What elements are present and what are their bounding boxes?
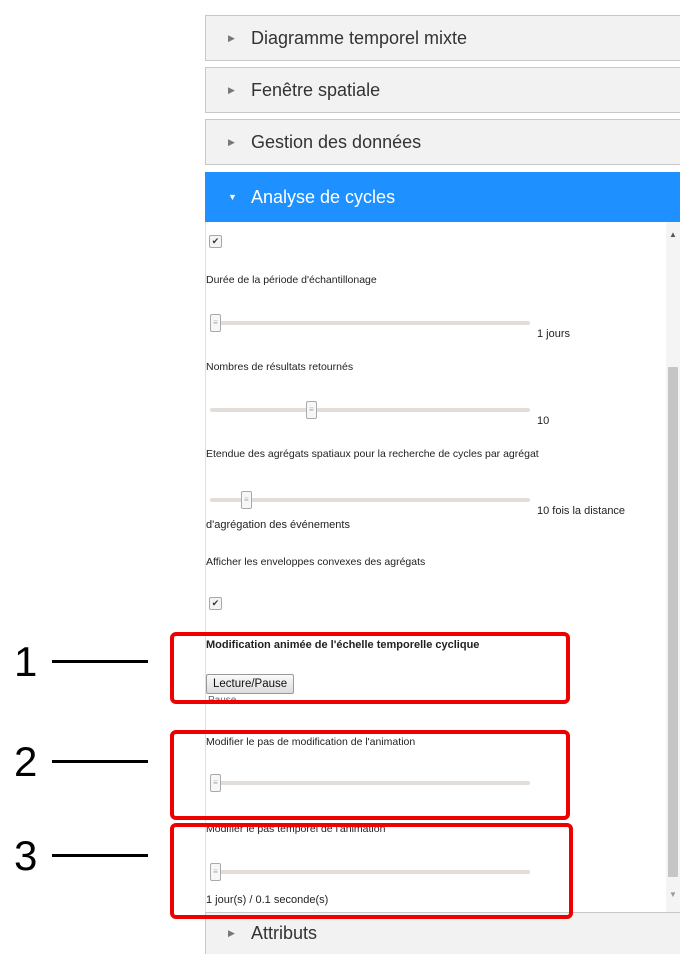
extent-slider-handle[interactable]: ≡: [240, 491, 252, 509]
extent-slider-track[interactable]: [210, 498, 530, 502]
annotation-box-2: [170, 730, 570, 820]
triangle-right-icon: ▶: [228, 136, 235, 147]
results-slider-track[interactable]: [210, 408, 530, 412]
scroll-thumb[interactable]: [668, 367, 678, 877]
results-label: Nombres de résultats retournés: [206, 361, 354, 373]
top-checkbox[interactable]: ✔: [209, 235, 222, 248]
sampling-label: Durée de la période d'échantillonage: [206, 274, 377, 286]
triangle-right-icon: ▶: [228, 928, 235, 938]
extent-value-continued: d'agrégation des événements: [206, 519, 350, 531]
scroll-up-icon[interactable]: ▲: [666, 230, 680, 240]
annotation-line-2: [52, 760, 148, 763]
triangle-down-icon: ▼: [228, 192, 237, 202]
accordion-header-diagramme[interactable]: ▶ Diagramme temporel mixte: [205, 15, 680, 61]
annotation-line-3: [52, 854, 148, 857]
panel-scrollbar[interactable]: ▲ ▼: [666, 222, 680, 912]
accordion-header-fenetre[interactable]: ▶ Fenêtre spatiale: [205, 67, 680, 113]
accordion-label: Fenêtre spatiale: [251, 79, 381, 100]
accordion-label: Analyse de cycles: [251, 186, 396, 207]
accordion-label: Gestion des données: [251, 131, 422, 152]
triangle-right-icon: ▶: [228, 84, 235, 95]
sampling-value: 1 jours: [537, 328, 571, 340]
annotation-box-3: [170, 823, 573, 919]
annotation-number-1: 1: [14, 638, 38, 685]
accordion-label: Attributs: [251, 923, 318, 943]
scroll-down-icon[interactable]: ▼: [666, 890, 680, 900]
triangle-right-icon: ▶: [228, 32, 235, 43]
annotation-number-3: 3: [14, 832, 38, 879]
extent-value: 10 fois la distance: [537, 505, 626, 517]
results-value: 10: [537, 415, 550, 427]
results-slider-handle[interactable]: ≡: [305, 401, 317, 419]
sampling-slider-handle[interactable]: ≡: [210, 314, 221, 332]
accordion-header-gestion[interactable]: ▶ Gestion des données: [205, 119, 680, 165]
annotation-number-2: 2: [14, 738, 38, 785]
accordion-header-analyse[interactable]: ▼ Analyse de cycles: [205, 172, 680, 222]
extent-label: Etendue des agrégats spatiaux pour la re…: [206, 448, 539, 460]
sampling-slider-track[interactable]: [210, 321, 530, 325]
accordion-label: Diagramme temporel mixte: [251, 27, 468, 48]
annotation-line-1: [52, 660, 148, 663]
annotation-box-1: [170, 632, 570, 704]
hull-label: Afficher les enveloppes convexes des agr…: [206, 556, 426, 568]
hull-checkbox[interactable]: ✔: [209, 597, 222, 610]
